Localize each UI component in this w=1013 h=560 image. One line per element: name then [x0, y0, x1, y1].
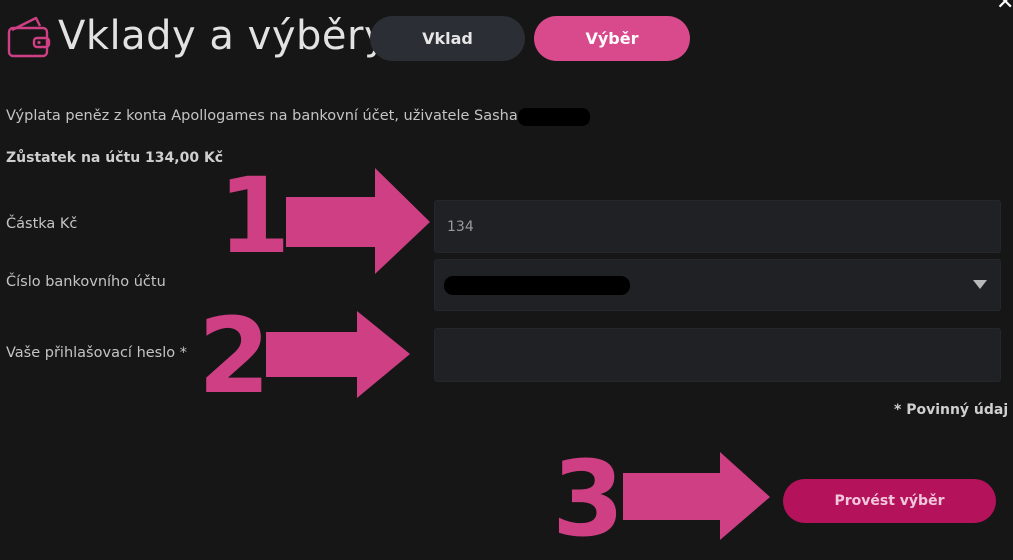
arrow-step-2	[266, 311, 410, 398]
annotation-arrows	[266, 168, 770, 540]
arrow-step-1	[286, 168, 430, 274]
arrow-step-3	[623, 452, 770, 540]
